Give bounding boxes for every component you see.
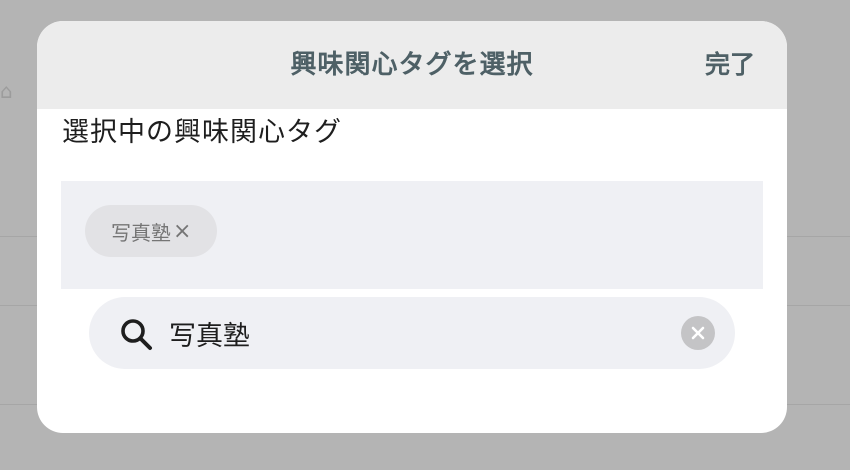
selected-tag-chip[interactable]: 写真塾 × <box>85 205 218 257</box>
clear-icon <box>691 326 705 340</box>
tag-select-modal: 興味関心タグを選択 完了 選択中の興味関心タグ 写真塾 × <box>37 21 787 433</box>
selected-tags-label: 選択中の興味関心タグ <box>62 117 342 148</box>
selected-tags-area: 写真塾 × <box>61 181 763 289</box>
search-icon <box>119 317 153 351</box>
tag-chip-label: 写真塾 <box>111 220 171 245</box>
clear-search-button[interactable] <box>681 316 715 350</box>
modal-header: 興味関心タグを選択 完了 <box>37 21 787 109</box>
modal-title: 興味関心タグを選択 <box>290 50 534 80</box>
background-icon: ⌂ <box>0 79 13 103</box>
done-button[interactable]: 完了 <box>705 21 755 109</box>
remove-tag-icon[interactable]: × <box>173 219 191 244</box>
tag-search-bar <box>89 297 735 369</box>
search-input[interactable] <box>169 297 669 369</box>
